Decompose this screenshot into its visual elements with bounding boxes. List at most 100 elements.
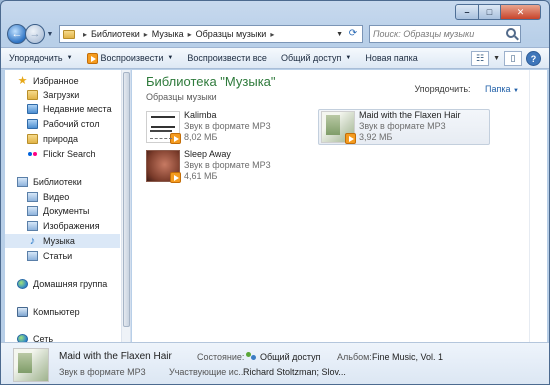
- chevron-down-icon: ▼: [513, 88, 519, 94]
- view-options-button[interactable]: ☷: [471, 51, 490, 66]
- minimize-icon: –: [464, 7, 470, 17]
- search-placeholder: Поиск: Образцы музыки: [373, 29, 475, 39]
- state-value-text: Общий доступ: [260, 352, 321, 362]
- address-dropdown-icon[interactable]: ▼: [336, 31, 343, 38]
- play-all-label: Воспроизвести все: [187, 53, 267, 63]
- refresh-icon[interactable]: ⟳: [346, 27, 360, 41]
- nav-item-images[interactable]: Изображения: [27, 219, 120, 233]
- arrange-by: Упорядочить: Папка ▼: [414, 84, 519, 94]
- video-library-icon: [27, 192, 38, 202]
- mp3-play-badge-icon: [345, 133, 356, 144]
- nav-label: Избранное: [33, 76, 79, 86]
- nav-item-downloads[interactable]: Загрузки: [27, 88, 120, 102]
- close-icon: ✕: [516, 6, 525, 17]
- nav-label: природа: [43, 134, 78, 144]
- new-folder-button[interactable]: Новая папка: [365, 53, 417, 63]
- album-art-icon: [146, 111, 181, 144]
- breadcrumb-samples[interactable]: Образцы музыки: [196, 29, 267, 39]
- file-item-kalimba[interactable]: Kalimba Звук в формате MP3 8,02 МБ: [144, 110, 314, 146]
- nav-label: Библиотеки: [33, 177, 82, 187]
- content-scrollbar-area: [529, 70, 547, 342]
- images-library-icon: [27, 221, 38, 231]
- nav-item-desktop[interactable]: Рабочий стол: [27, 117, 120, 131]
- mp3-play-badge-icon: [170, 133, 181, 144]
- album-art-icon: [321, 111, 356, 144]
- help-button[interactable]: ?: [526, 51, 541, 66]
- nav-libraries[interactable]: Библиотеки: [17, 175, 120, 189]
- mp3-play-badge-icon: [170, 172, 181, 183]
- new-folder-label: Новая папка: [365, 53, 418, 63]
- forward-arrow-icon: →: [29, 28, 41, 40]
- nav-item-documents[interactable]: Документы: [27, 204, 120, 218]
- file-item-maid-with-the-flaxen-hair[interactable]: Maid with the Flaxen Hair Звук в формате…: [318, 109, 490, 145]
- nav-favorites[interactable]: ★ Избранное: [17, 74, 120, 88]
- caption-buttons: – □ ✕: [455, 4, 541, 20]
- play-all-button[interactable]: Воспроизвести все: [187, 53, 267, 63]
- album-art-icon: [146, 150, 181, 183]
- nav-computer[interactable]: Компьютер: [17, 305, 120, 319]
- downloads-folder-icon: [27, 90, 38, 100]
- nav-label: Изображения: [43, 221, 100, 231]
- arrange-dropdown[interactable]: Папка ▼: [485, 84, 519, 94]
- forward-button[interactable]: →: [25, 24, 45, 44]
- music-note-icon: ♪: [29, 235, 36, 247]
- nav-item-priroda[interactable]: природа: [27, 132, 120, 146]
- file-type: Звук в формате MP3: [184, 160, 271, 170]
- search-input[interactable]: Поиск: Образцы музыки: [369, 25, 521, 43]
- close-button[interactable]: ✕: [501, 4, 541, 20]
- nav-item-music[interactable]: ♪ Музыка: [5, 234, 120, 248]
- file-name: Sleep Away: [184, 149, 231, 159]
- view-dropdown-icon[interactable]: ▼: [493, 55, 500, 62]
- breadcrumb-music[interactable]: Музыка: [152, 29, 184, 39]
- library-title: Библиотека "Музыка": [146, 74, 276, 89]
- scrollbar-thumb[interactable]: [123, 72, 130, 327]
- file-name: Maid with the Flaxen Hair: [359, 110, 461, 120]
- file-size: 8,02 МБ: [184, 132, 218, 142]
- nav-label: Компьютер: [33, 307, 80, 317]
- explorer-window: – □ ✕ ← → ▼ ▸ Библиотеки ▸ Музыка ▸ Обра…: [0, 0, 550, 385]
- back-arrow-icon: ←: [11, 28, 23, 40]
- articles-library-icon: [27, 251, 38, 261]
- address-bar[interactable]: ▸ Библиотеки ▸ Музыка ▸ Образцы музыки ▸…: [59, 25, 363, 43]
- play-icon: [86, 52, 98, 64]
- chevron-down-icon: ▼: [345, 55, 352, 61]
- nav-item-flickr-search[interactable]: Flickr Search: [27, 147, 120, 161]
- preview-pane-button[interactable]: ▯: [504, 51, 522, 66]
- file-type: Звук в формате MP3: [359, 121, 446, 131]
- view-icon: ☷: [476, 53, 485, 63]
- breadcrumb-separator: ▸: [143, 29, 148, 39]
- maximize-button[interactable]: □: [479, 4, 501, 20]
- navigation-scrollbar[interactable]: [121, 70, 130, 342]
- search-icon[interactable]: [506, 28, 516, 38]
- nav-homegroup[interactable]: Домашняя группа: [17, 277, 120, 291]
- file-item-sleep-away[interactable]: Sleep Away Звук в формате MP3 4,61 МБ: [144, 149, 314, 185]
- recent-pages-dropdown[interactable]: ▼: [45, 31, 55, 38]
- minimize-button[interactable]: –: [455, 4, 479, 20]
- breadcrumb-libraries[interactable]: Библиотеки: [91, 29, 140, 39]
- details-album-value[interactable]: Fine Music, Vol. 1: [372, 352, 443, 362]
- details-participants-value[interactable]: Richard Stoltzman; Slov...: [243, 367, 346, 377]
- address-row: ← → ▼ ▸ Библиотеки ▸ Музыка ▸ Образцы му…: [7, 23, 543, 45]
- share-menu[interactable]: Общий доступ ▼: [281, 53, 351, 63]
- nav-label: Недавние места: [43, 104, 112, 114]
- nav-item-video[interactable]: Видео: [27, 190, 120, 204]
- nav-label: Рабочий стол: [43, 119, 100, 129]
- maximize-icon: □: [486, 7, 493, 17]
- recent-places-icon: [27, 104, 38, 114]
- chevron-down-icon: ▼: [66, 55, 73, 61]
- help-icon: ?: [530, 53, 537, 64]
- nav-label: Документы: [43, 206, 90, 216]
- play-button[interactable]: Воспроизвести ▼: [86, 52, 173, 64]
- share-label: Общий доступ: [280, 53, 342, 63]
- preview-pane-icon: ▯: [510, 53, 516, 63]
- nav-item-recent-places[interactable]: Недавние места: [27, 102, 120, 116]
- file-list-area: Библиотека "Музыка" Образцы музыки Упоря…: [132, 70, 529, 342]
- nav-item-articles[interactable]: Статьи: [27, 249, 120, 263]
- nav-label: Домашняя группа: [33, 279, 108, 289]
- arrange-value: Папка: [485, 84, 511, 94]
- organize-menu[interactable]: Упорядочить ▼: [9, 53, 73, 63]
- homegroup-icon: [17, 279, 28, 289]
- back-button[interactable]: ←: [7, 24, 27, 44]
- details-participants-label: Участвующие ис...: [169, 367, 246, 377]
- command-bar: Упорядочить ▼ Воспроизвести ▼ Воспроизвест…: [1, 47, 549, 69]
